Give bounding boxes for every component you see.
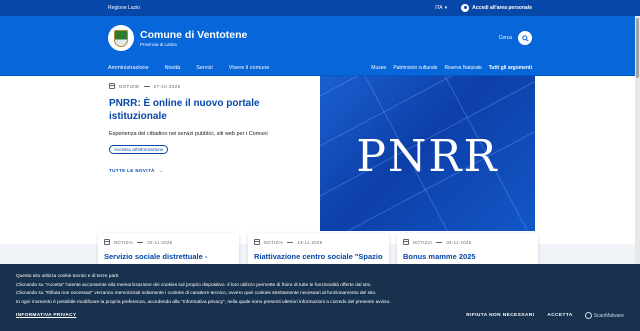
separator <box>436 241 443 243</box>
language-selector[interactable]: ITA ▾ <box>435 5 447 11</box>
card-date: 20-11-2025 <box>147 239 173 245</box>
shield-icon <box>584 312 592 319</box>
cookie-text-line: Questo sito utilizza cookie tecnici e di… <box>16 274 120 279</box>
card-meta: NOTIZIA 13-11-2025 <box>254 239 383 245</box>
nav-item-riserva[interactable]: Riserva Naturale <box>445 65 482 71</box>
arrow-right-icon: → <box>158 168 164 173</box>
nav-item-museo[interactable]: Museo <box>371 65 386 71</box>
separator <box>143 85 150 87</box>
nav-main: Amministrazione Novità Servizi Vivere il… <box>108 65 371 71</box>
nav-item-servizi[interactable]: Servizi <box>196 65 213 71</box>
search[interactable]: Cerca <box>499 31 532 45</box>
login-label: Accedi all'area personale <box>472 5 532 11</box>
brand[interactable]: Comune di Ventotene Provincia di Latina <box>140 29 499 47</box>
hero-content: NOTIZIE 27-10-2025 PNRR: È online il nuo… <box>109 83 309 173</box>
hero-description: Esperienza del cittadino nei servizi pub… <box>109 131 268 137</box>
nav-item-vivere-il-comune[interactable]: Vivere il comune <box>229 65 270 71</box>
news-card[interactable]: NOTIZIA 20-11-2025 Servizio sociale dist… <box>98 233 239 265</box>
decorative-line <box>320 76 535 107</box>
crest-icon <box>114 29 128 47</box>
badge-label: ScanMalware <box>593 312 624 319</box>
all-news-link[interactable]: TUTTE LE NOVITÀ → <box>109 168 309 173</box>
cookie-actions: INFORMATIVA PRIVACY RIFIUTA NON NECESSAR… <box>16 312 624 319</box>
calendar-icon <box>254 239 260 245</box>
scrollbar[interactable] <box>635 16 640 264</box>
calendar-icon <box>403 239 409 245</box>
main-navigation: Amministrazione Novità Servizi Vivere il… <box>0 60 640 76</box>
hero-title[interactable]: PNRR: È online il nuovo portale istituzi… <box>109 97 309 123</box>
card-meta: NOTIZIA 20-11-2025 <box>104 239 233 245</box>
news-card[interactable]: NOTIZIA 13-11-2025 Riattivazione centro … <box>248 233 389 265</box>
reject-button[interactable]: RIFIUTA NON NECESSARI <box>466 313 534 318</box>
hero-category: NOTIZIE <box>119 83 140 89</box>
news-card[interactable]: NOTIZIA 03-11-2025 Bonus mamme 2025 <box>397 233 538 265</box>
separator <box>137 241 144 243</box>
topic-chip[interactable]: Accesso all'informazione <box>109 145 169 154</box>
page: Regione Lazio ITA ▾ Accedi all'area pers… <box>0 0 640 331</box>
slim-header: Regione Lazio ITA ▾ Accedi all'area pers… <box>0 0 640 16</box>
card-title[interactable]: Riattivazione centro sociale "Spazio <box>254 252 383 261</box>
hero-date: 27-10-2025 <box>153 83 181 89</box>
card-date: 03-11-2025 <box>446 239 472 245</box>
nav-item-tutti-gli-argomenti[interactable]: Tutti gli argomenti <box>489 65 532 71</box>
search-label: Cerca <box>498 35 512 41</box>
site-subtitle: Provincia di Latina <box>140 42 177 47</box>
calendar-icon <box>104 239 110 245</box>
cookie-banner: Questo sito utilizza cookie tecnici e di… <box>0 264 640 331</box>
nav-item-patrimonio[interactable]: Patrimonio culturale <box>393 65 437 71</box>
hero-image[interactable]: PNRR <box>320 76 535 231</box>
calendar-icon <box>109 83 115 89</box>
center-header: Comune di Ventotene Provincia di Latina … <box>0 16 640 60</box>
cookie-text-line: Cliccando su "Accetta" l'utente acconsen… <box>16 282 372 288</box>
hero-image-text: PNRR <box>356 131 499 182</box>
nav-item-novita[interactable]: Novità <box>165 65 181 71</box>
all-news-label: TUTTE LE NOVITÀ <box>109 168 155 173</box>
separator <box>287 241 294 243</box>
card-title[interactable]: Bonus mamme 2025 <box>403 252 532 261</box>
hero: NOTIZIE 27-10-2025 PNRR: È online il nuo… <box>0 76 640 231</box>
login-button[interactable]: Accedi all'area personale <box>461 4 532 12</box>
nav-secondary: Museo Patrimonio culturale Riserva Natur… <box>371 65 532 71</box>
region-link[interactable]: Regione Lazio <box>108 5 435 11</box>
site-title: Comune di Ventotene <box>140 29 248 41</box>
scanmalware-badge[interactable]: ScanMalware <box>584 312 624 319</box>
chevron-down-icon: ▾ <box>444 5 448 11</box>
card-category: NOTIZIA <box>264 239 284 245</box>
card-meta: NOTIZIA 03-11-2025 <box>403 239 532 245</box>
search-icon <box>521 34 529 42</box>
card-category: NOTIZIA <box>114 239 134 245</box>
card-date: 13-11-2025 <box>297 239 323 245</box>
scrollbar-thumb[interactable] <box>636 18 639 78</box>
search-button[interactable] <box>518 31 532 45</box>
user-icon <box>461 4 470 12</box>
accept-button[interactable]: ACCETTA <box>547 313 572 318</box>
hero-meta: NOTIZIE 27-10-2025 <box>109 83 309 89</box>
cookie-text-line: In ogni momento è possibile modificare l… <box>16 299 391 305</box>
municipality-logo[interactable] <box>108 25 134 51</box>
privacy-policy-link[interactable]: INFORMATIVA PRIVACY <box>16 313 453 318</box>
cookie-text-line: Cliccando su "Rifiuta non necessari" ver… <box>16 291 377 296</box>
card-category: NOTIZIA <box>413 239 433 245</box>
nav-item-amministrazione[interactable]: Amministrazione <box>108 65 149 71</box>
language-label: ITA <box>435 5 443 11</box>
card-title[interactable]: Servizio sociale distrettuale - <box>104 252 233 261</box>
